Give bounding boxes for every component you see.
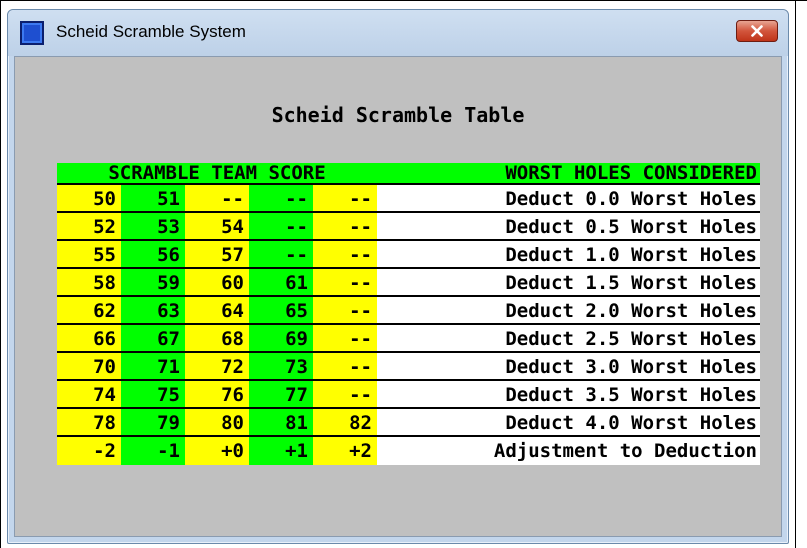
score-cell: 66: [57, 325, 121, 353]
score-cell: 59: [121, 269, 185, 297]
score-cell: 63: [121, 297, 185, 325]
scramble-table: SCRAMBLE TEAM SCORE WORST HOLES CONSIDER…: [57, 163, 760, 465]
adjustment-cell: -1: [121, 437, 185, 465]
close-x-icon: [751, 25, 763, 37]
table-title: Scheid Scramble Table: [271, 103, 525, 127]
score-cell: 73: [249, 353, 313, 381]
score-cell: 75: [121, 381, 185, 409]
table-row: 50 51 -- -- -- Deduct 0.0 Worst Holes: [57, 185, 760, 213]
score-cell: --: [313, 213, 377, 241]
adjustment-description: Adjustment to Deduction: [377, 437, 760, 465]
score-cell: 82: [313, 409, 377, 437]
header-worst-holes-considered: WORST HOLES CONSIDERED: [505, 162, 757, 184]
client-area: Scheid Scramble Table SCRAMBLE TEAM SCOR…: [14, 56, 782, 537]
score-cell: 74: [57, 381, 121, 409]
score-cell: 67: [121, 325, 185, 353]
deduction-description: Deduct 4.0 Worst Holes: [377, 409, 760, 437]
score-cell: 71: [121, 353, 185, 381]
score-cell: --: [313, 185, 377, 213]
deduction-description: Deduct 1.5 Worst Holes: [377, 269, 760, 297]
header-scramble-team-score: SCRAMBLE TEAM SCORE: [108, 162, 326, 184]
table-row: 78 79 80 81 82 Deduct 4.0 Worst Holes: [57, 409, 760, 437]
outer-frame-top-line: [0, 0, 807, 1]
score-cell: --: [313, 297, 377, 325]
table-row: 58 59 60 61 -- Deduct 1.5 Worst Holes: [57, 269, 760, 297]
score-cell: 54: [185, 213, 249, 241]
score-cell: 72: [185, 353, 249, 381]
table-row: 74 75 76 77 -- Deduct 3.5 Worst Holes: [57, 381, 760, 409]
adjustment-cell: +2: [313, 437, 377, 465]
adjustment-cell: +1: [249, 437, 313, 465]
deduction-description: Deduct 2.5 Worst Holes: [377, 325, 760, 353]
score-cell: 76: [185, 381, 249, 409]
score-cell: --: [249, 185, 313, 213]
window-title: Scheid Scramble System: [56, 22, 246, 41]
score-cell: 64: [185, 297, 249, 325]
score-cell: --: [313, 241, 377, 269]
score-cell: 57: [185, 241, 249, 269]
score-cell: --: [313, 381, 377, 409]
deduction-description: Deduct 0.0 Worst Holes: [377, 185, 760, 213]
deduction-description: Deduct 0.5 Worst Holes: [377, 213, 760, 241]
table-row: 62 63 64 65 -- Deduct 2.0 Worst Holes: [57, 297, 760, 325]
score-cell: 70: [57, 353, 121, 381]
score-cell: 68: [185, 325, 249, 353]
score-cell: 69: [249, 325, 313, 353]
table-row: 66 67 68 69 -- Deduct 2.5 Worst Holes: [57, 325, 760, 353]
table-row: 70 71 72 73 -- Deduct 3.0 Worst Holes: [57, 353, 760, 381]
table-row: 55 56 57 -- -- Deduct 1.0 Worst Holes: [57, 241, 760, 269]
score-cell: 61: [249, 269, 313, 297]
score-cell: 51: [121, 185, 185, 213]
adjustment-cell: -2: [57, 437, 121, 465]
score-cell: 81: [249, 409, 313, 437]
score-cell: --: [313, 353, 377, 381]
score-cell: 53: [121, 213, 185, 241]
outer-frame-left-line: [0, 0, 1, 548]
outer-frame-right-line: [795, 0, 796, 548]
deduction-description: Deduct 1.0 Worst Holes: [377, 241, 760, 269]
deduction-description: Deduct 3.0 Worst Holes: [377, 353, 760, 381]
score-cell: 50: [57, 185, 121, 213]
deduction-description: Deduct 3.5 Worst Holes: [377, 381, 760, 409]
score-cell: 60: [185, 269, 249, 297]
table-header-row: SCRAMBLE TEAM SCORE WORST HOLES CONSIDER…: [57, 163, 760, 185]
score-cell: --: [249, 213, 313, 241]
title-bar[interactable]: Scheid Scramble System: [8, 10, 788, 56]
score-cell: 55: [57, 241, 121, 269]
table-row: 52 53 54 -- -- Deduct 0.5 Worst Holes: [57, 213, 760, 241]
score-cell: 80: [185, 409, 249, 437]
score-cell: 58: [57, 269, 121, 297]
score-cell: 52: [57, 213, 121, 241]
score-cell: --: [185, 185, 249, 213]
score-cell: 62: [57, 297, 121, 325]
score-cell: 56: [121, 241, 185, 269]
close-button[interactable]: [736, 20, 778, 42]
score-cell: 78: [57, 409, 121, 437]
app-window-icon[interactable]: [20, 21, 44, 45]
app-window: Scheid Scramble System Scheid Scramble T…: [7, 9, 789, 544]
score-cell: 77: [249, 381, 313, 409]
score-cell: --: [249, 241, 313, 269]
deduction-description: Deduct 2.0 Worst Holes: [377, 297, 760, 325]
score-cell: 65: [249, 297, 313, 325]
score-cell: --: [313, 269, 377, 297]
adjustment-row: -2 -1 +0 +1 +2 Adjustment to Deduction: [57, 437, 760, 465]
score-cell: --: [313, 325, 377, 353]
score-cell: 79: [121, 409, 185, 437]
adjustment-cell: +0: [185, 437, 249, 465]
